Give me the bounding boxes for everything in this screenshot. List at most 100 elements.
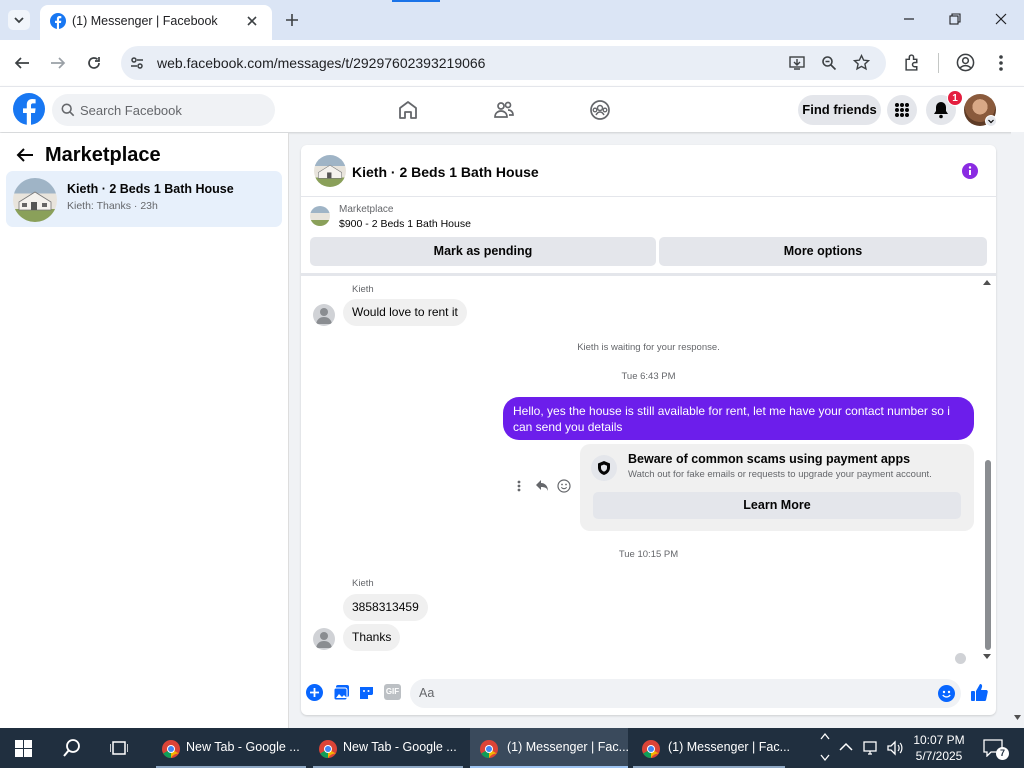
chrome-icon bbox=[641, 739, 661, 759]
facebook-search-input[interactable]: Search Facebook bbox=[52, 94, 275, 126]
facebook-header: Search Facebook Find friends 1 bbox=[0, 86, 1024, 132]
taskbar-app-chrome-3-active[interactable]: (1) Messenger | Fac... bbox=[470, 728, 630, 768]
scroll-up-arrow-icon[interactable] bbox=[982, 278, 992, 286]
seen-receipt-avatar bbox=[955, 653, 966, 664]
taskbar-app-label: (1) Messenger | Fac... bbox=[668, 740, 791, 754]
sender-name: Kieth bbox=[352, 284, 374, 295]
message-bubble-incoming[interactable]: 3858313459 bbox=[343, 594, 428, 621]
chat-title[interactable]: Kieth · 2 Beds 1 Bath House bbox=[352, 164, 539, 180]
page-scrollbar[interactable] bbox=[1011, 132, 1024, 728]
windows-start-icon[interactable] bbox=[15, 740, 32, 757]
message-more-icon[interactable] bbox=[516, 479, 522, 493]
back-arrow-icon[interactable] bbox=[16, 147, 34, 163]
notification-center-count: 7 bbox=[996, 747, 1009, 760]
new-tab-icon[interactable] bbox=[284, 12, 300, 28]
taskbar-app-label: New Tab - Google ... bbox=[343, 740, 457, 754]
friends-nav-icon[interactable] bbox=[493, 99, 515, 121]
scam-warning-card: Beware of common scams using payment app… bbox=[580, 444, 974, 531]
profile-icon[interactable] bbox=[956, 53, 975, 72]
react-emoji-icon[interactable] bbox=[557, 479, 571, 493]
reload-icon[interactable] bbox=[86, 55, 102, 71]
url-text: web.facebook.com/messages/t/292976023932… bbox=[157, 55, 486, 71]
learn-more-button[interactable]: Learn More bbox=[593, 492, 961, 519]
notification-count-badge: 1 bbox=[947, 90, 963, 106]
message-bubble-incoming[interactable]: Would love to rent it bbox=[343, 299, 467, 326]
show-hidden-icons-icon[interactable] bbox=[839, 742, 853, 752]
conversation-name: Kieth · 2 Beds 1 Bath House bbox=[67, 182, 234, 196]
browser-tab-strip: (1) Messenger | Facebook bbox=[0, 0, 1024, 40]
volume-icon[interactable] bbox=[886, 739, 904, 757]
marketplace-item-thumbnail bbox=[310, 206, 330, 226]
back-icon[interactable] bbox=[14, 55, 30, 71]
header-divider bbox=[301, 196, 996, 197]
sender-avatar bbox=[313, 304, 335, 326]
taskbar-app-label: (1) Messenger | Fac... bbox=[507, 740, 630, 754]
page-scroll-down-icon[interactable] bbox=[1013, 714, 1022, 722]
site-info-icon[interactable] bbox=[129, 55, 145, 71]
restore-icon[interactable] bbox=[949, 13, 961, 25]
system-clock[interactable]: 10:07 PM 5/7/2025 bbox=[912, 732, 966, 764]
taskbar-app-chrome-1[interactable]: New Tab - Google ... bbox=[156, 728, 306, 768]
account-chevron-icon[interactable] bbox=[985, 115, 997, 127]
home-nav-icon[interactable] bbox=[397, 99, 419, 121]
menu-grid-icon bbox=[895, 103, 909, 117]
facebook-favicon-icon bbox=[50, 13, 66, 29]
emoji-icon[interactable] bbox=[938, 685, 955, 702]
message-bubble-outgoing[interactable]: Hello, yes the house is still available … bbox=[503, 397, 974, 440]
reply-icon[interactable] bbox=[535, 479, 549, 492]
mark-as-pending-button[interactable]: Mark as pending bbox=[310, 237, 656, 266]
extensions-icon[interactable] bbox=[904, 54, 921, 71]
thumbs-up-icon[interactable] bbox=[970, 683, 989, 702]
conversation-list-item[interactable]: Kieth · 2 Beds 1 Bath House Kieth: Thank… bbox=[6, 171, 282, 227]
section-divider bbox=[301, 273, 996, 276]
taskbar-scroll-down-icon[interactable] bbox=[820, 754, 830, 762]
conversation-preview: Kieth: Thanks · 23h bbox=[67, 200, 158, 212]
menu-grid-button[interactable] bbox=[887, 95, 917, 125]
chat-scrollbar-thumb[interactable] bbox=[985, 460, 991, 650]
taskbar-app-label: New Tab - Google ... bbox=[186, 740, 300, 754]
photo-icon[interactable] bbox=[333, 684, 350, 701]
address-bar[interactable]: web.facebook.com/messages/t/292976023932… bbox=[121, 46, 886, 80]
bookmark-star-icon[interactable] bbox=[853, 54, 870, 71]
scroll-down-arrow-icon[interactable] bbox=[982, 653, 992, 661]
tab-group-indicator bbox=[392, 0, 440, 2]
sticker-icon[interactable] bbox=[358, 684, 375, 701]
chrome-menu-icon[interactable] bbox=[998, 54, 1004, 72]
info-icon[interactable] bbox=[962, 163, 978, 179]
scam-warning-description: Watch out for fake emails or requests to… bbox=[628, 469, 932, 480]
groups-nav-icon[interactable] bbox=[589, 99, 611, 121]
shield-icon bbox=[591, 455, 617, 481]
taskbar-scroll-up-icon[interactable] bbox=[820, 732, 830, 740]
message-input[interactable]: Aa bbox=[410, 679, 961, 708]
chrome-icon bbox=[479, 739, 499, 759]
window-close-icon[interactable] bbox=[995, 13, 1007, 25]
windows-taskbar: New Tab - Google ... New Tab - Google ..… bbox=[0, 728, 1024, 768]
tab-close-icon[interactable] bbox=[247, 16, 257, 26]
clock-time: 10:07 PM bbox=[913, 733, 965, 747]
facebook-logo-icon[interactable] bbox=[13, 93, 45, 125]
chat-listing-thumbnail bbox=[314, 155, 346, 187]
taskbar-search-icon[interactable] bbox=[62, 738, 82, 758]
chat-panel: Kieth · 2 Beds 1 Bath House Marketplace … bbox=[301, 145, 996, 715]
zoom-icon[interactable] bbox=[821, 55, 837, 71]
gif-icon[interactable]: GIF bbox=[384, 684, 401, 700]
message-bubble-incoming[interactable]: Thanks bbox=[343, 624, 401, 651]
find-friends-button[interactable]: Find friends bbox=[798, 95, 881, 125]
browser-tab-active[interactable]: (1) Messenger | Facebook bbox=[40, 5, 272, 40]
add-attachment-icon[interactable] bbox=[306, 684, 323, 701]
taskbar-app-chrome-2[interactable]: New Tab - Google ... bbox=[313, 728, 463, 768]
sender-avatar bbox=[313, 628, 335, 650]
listing-price-title[interactable]: $900 - 2 Beds 1 Bath House bbox=[339, 218, 471, 230]
scam-warning-title: Beware of common scams using payment app… bbox=[628, 452, 911, 466]
tab-search-dropdown-icon[interactable] bbox=[8, 10, 30, 30]
task-view-icon[interactable] bbox=[110, 739, 128, 757]
install-app-icon[interactable] bbox=[789, 55, 805, 71]
forward-icon[interactable] bbox=[50, 55, 66, 71]
timestamp: Tue 6:43 PM bbox=[621, 371, 676, 382]
network-icon[interactable] bbox=[862, 739, 880, 757]
minimize-icon[interactable] bbox=[903, 13, 915, 25]
taskbar-app-chrome-4[interactable]: (1) Messenger | Fac... bbox=[633, 728, 790, 768]
listing-thumbnail bbox=[13, 178, 57, 222]
more-options-button[interactable]: More options bbox=[659, 237, 987, 266]
search-icon bbox=[61, 103, 75, 117]
